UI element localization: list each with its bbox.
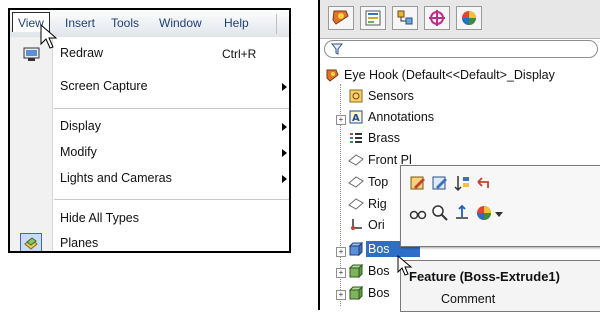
submenu-arrow-icon (282, 83, 287, 91)
tab-dimxpert-manager[interactable] (424, 6, 450, 30)
menu-item-modify[interactable]: Modify (60, 145, 97, 159)
expand-toggle[interactable]: + (336, 115, 346, 125)
tree-item-origin[interactable]: Ori (368, 218, 385, 232)
parent-child-icon[interactable] (475, 174, 493, 192)
tree-filter-input[interactable] (324, 40, 598, 58)
expand-toggle[interactable]: + (336, 268, 346, 278)
tree-item-annotations[interactable]: Annotations (368, 110, 434, 124)
expand-toggle[interactable]: + (336, 290, 346, 300)
menu-separator (54, 199, 289, 200)
menu-separator (54, 108, 289, 109)
context-toolbar (400, 165, 600, 247)
menu-help[interactable]: Help (224, 16, 249, 30)
hide-show-icon[interactable] (409, 204, 427, 222)
menubar-divider (276, 14, 277, 34)
submenu-arrow-icon (282, 175, 287, 183)
redraw-icon (23, 47, 40, 61)
tree-item-boss-extrude-1[interactable]: Bos (368, 242, 390, 256)
menu-item-screen-capture[interactable]: Screen Capture (60, 79, 148, 93)
mouse-cursor-icon (397, 255, 413, 276)
feature-manager-icon (332, 10, 349, 25)
tab-property-manager[interactable] (360, 6, 386, 30)
tree-item-boss-extrude-2[interactable]: Bos (368, 264, 390, 278)
tab-configuration-manager[interactable] (392, 6, 418, 30)
origin-icon (351, 219, 362, 230)
tooltip-title: Feature (Boss-Extrude1) (409, 269, 560, 284)
tree-root-part[interactable]: Eye Hook (Default<<Default>_Display (344, 68, 555, 82)
tree-item-sensors[interactable]: Sensors (368, 89, 414, 103)
zoom-to-selection-icon[interactable] (431, 204, 449, 222)
menu-item-lights-and-cameras[interactable]: Lights and Cameras (60, 171, 172, 185)
tree-item-boss-extrude-3[interactable]: Bos (368, 286, 390, 300)
appearance-icon[interactable] (475, 204, 493, 222)
tree-item-top-plane[interactable]: Top (368, 175, 388, 189)
planes-icon (24, 237, 38, 250)
normal-to-icon[interactable] (453, 204, 471, 222)
menu-item-display[interactable]: Display (60, 119, 101, 133)
plane-icon (348, 154, 364, 166)
tree-item-material[interactable]: Brass (368, 131, 400, 145)
menu-insert[interactable]: Insert (65, 16, 95, 30)
menu-window[interactable]: Window (159, 16, 202, 30)
filter-icon (331, 43, 343, 55)
extrude-icon (349, 286, 363, 300)
sensors-icon (349, 89, 363, 103)
dimxpert-icon (429, 10, 445, 26)
plane-icon (348, 176, 364, 188)
view-menu-panel: View Insert Tools Window Help Redraw Ctr… (8, 8, 291, 253)
annotations-icon: A (349, 110, 363, 124)
menu-item-planes[interactable]: Planes (60, 236, 98, 250)
dropdown-arrow-icon[interactable] (495, 212, 503, 218)
mouse-cursor-icon (40, 24, 58, 49)
menu-item-hide-all-types[interactable]: Hide All Types (60, 211, 139, 225)
tab-feature-manager[interactable] (328, 6, 354, 30)
property-manager-icon (365, 10, 381, 26)
manager-tabs (320, 0, 600, 39)
configuration-manager-icon (397, 10, 413, 25)
material-icon (350, 133, 362, 143)
rollback-icon[interactable] (453, 174, 471, 192)
edit-feature-icon[interactable] (409, 174, 427, 192)
extrude-icon (349, 242, 363, 256)
svg-text:A: A (352, 113, 360, 124)
tab-display-manager[interactable] (456, 6, 482, 30)
extrude-icon (349, 264, 363, 278)
feature-tooltip: Feature (Boss-Extrude1) Comment (400, 260, 600, 312)
part-icon (326, 69, 339, 82)
display-manager-icon (462, 11, 476, 25)
view-dropdown: Redraw Ctrl+R Screen Capture Display Mod… (10, 37, 289, 251)
expand-toggle[interactable]: + (336, 247, 346, 257)
icon-column (10, 37, 53, 251)
submenu-arrow-icon (282, 149, 287, 157)
tree-item-right-plane[interactable]: Rig (368, 197, 387, 211)
redraw-shortcut: Ctrl+R (222, 47, 257, 61)
menu-tools[interactable]: Tools (111, 16, 139, 30)
menu-item-redraw[interactable]: Redraw (60, 46, 103, 60)
submenu-arrow-icon (282, 123, 287, 131)
tooltip-comment[interactable]: Comment (441, 292, 495, 306)
plane-icon (348, 198, 364, 210)
edit-sketch-icon[interactable] (431, 174, 449, 192)
